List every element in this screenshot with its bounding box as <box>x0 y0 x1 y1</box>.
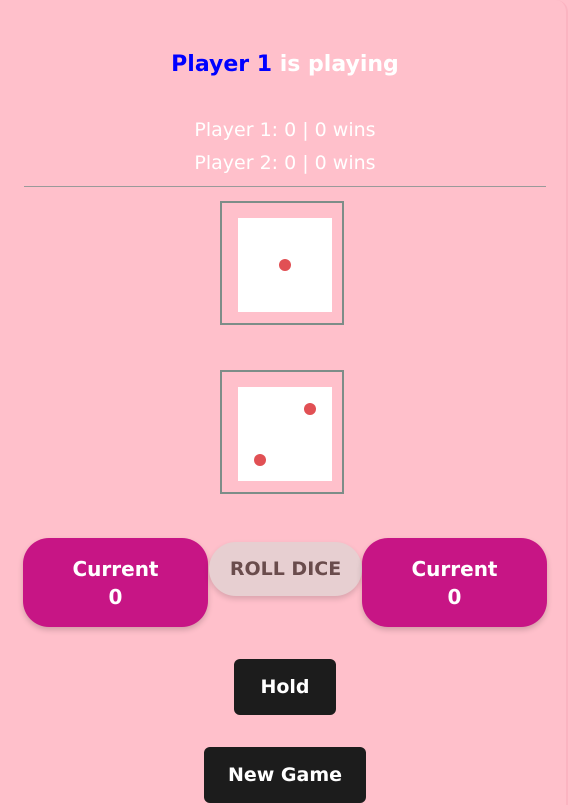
turn-status: Player 1 is playing <box>0 52 570 77</box>
player-1-score: Player 1: 0 | 0 wins <box>194 119 376 141</box>
roll-dice-button[interactable]: ROLL DICE <box>209 542 362 596</box>
turn-status-text: is playing <box>272 52 399 77</box>
die-1 <box>220 201 344 325</box>
current-label-right: Current <box>411 557 498 581</box>
divider <box>24 186 546 187</box>
active-player: Player 1 <box>171 52 273 77</box>
current-label-left: Current <box>72 557 159 581</box>
die-2-pip-top-right <box>304 403 316 415</box>
die-1-pip-center <box>279 259 291 271</box>
current-score-left: Current 0 <box>23 538 208 627</box>
die-2-pip-bottom-left <box>254 454 266 466</box>
current-value-left: 0 <box>108 585 123 609</box>
player-2-score: Player 2: 0 | 0 wins <box>194 152 376 174</box>
die-1-face <box>238 218 332 312</box>
die-2-face <box>238 387 332 481</box>
new-game-button[interactable]: New Game <box>204 747 366 803</box>
die-2 <box>220 370 344 494</box>
scoreboard: Player 1: 0 | 0 wins Player 2: 0 | 0 win… <box>0 114 570 180</box>
game-panel: Player 1 is playing Player 1: 0 | 0 wins… <box>0 0 568 805</box>
current-score-right: Current 0 <box>362 538 547 627</box>
hold-button[interactable]: Hold <box>234 659 336 715</box>
current-value-right: 0 <box>447 585 462 609</box>
